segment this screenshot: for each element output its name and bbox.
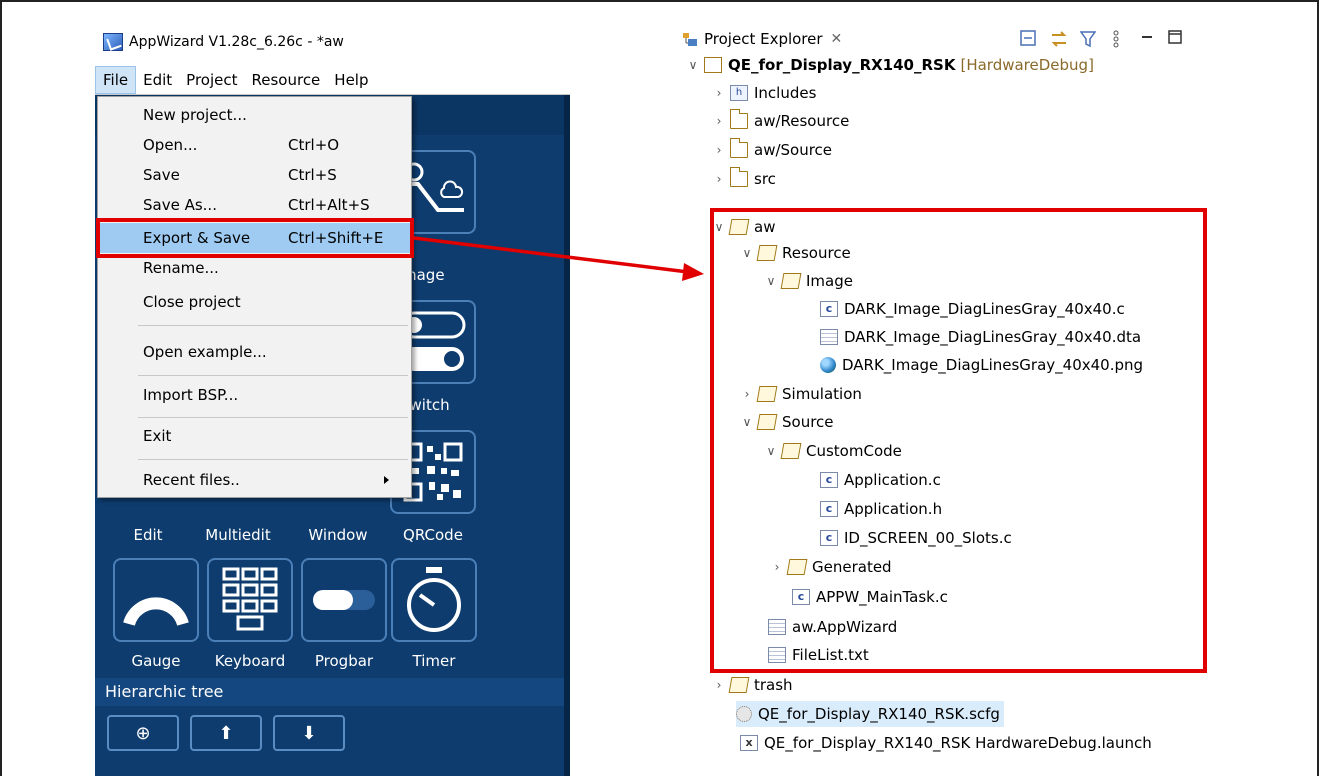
callout-arrow (413, 236, 704, 281)
